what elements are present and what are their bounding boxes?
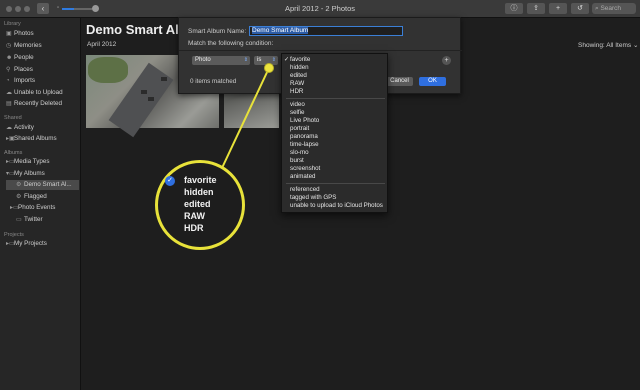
callout-item-favorite: favorite xyxy=(184,175,217,185)
callout-item-edited: edited xyxy=(184,199,211,209)
callout-item-hdr: HDR xyxy=(184,223,204,233)
callout-item-raw: RAW xyxy=(184,211,205,221)
callout-connector xyxy=(221,67,270,169)
checkmark-icon: ✓ xyxy=(165,176,175,186)
callout-item-hidden: hidden xyxy=(184,187,214,197)
callout-magnifier: ✓ favorite hidden edited RAW HDR xyxy=(155,160,245,250)
callout-anchor-dot xyxy=(264,63,274,73)
